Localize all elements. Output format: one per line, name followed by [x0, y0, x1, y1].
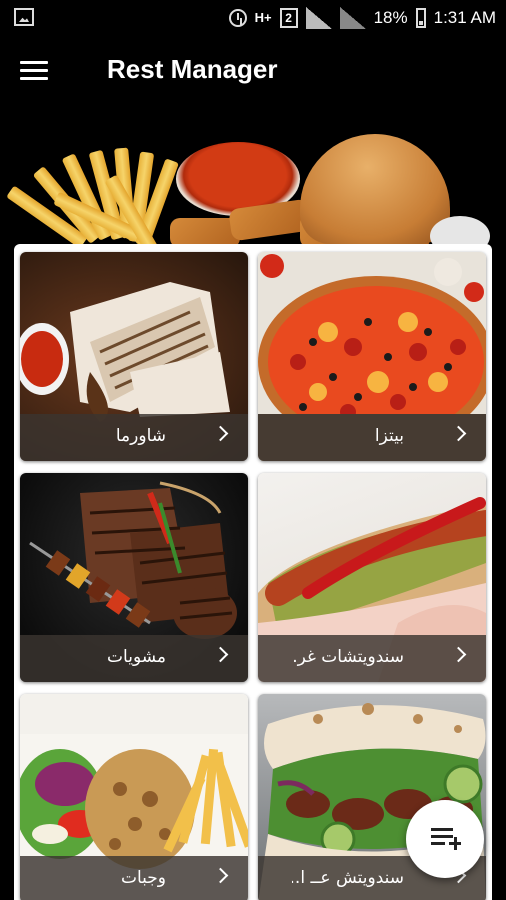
category-label: وجبات	[120, 868, 166, 888]
category-label-bar: مشويات	[20, 635, 248, 682]
sim-slot-icon: 2	[279, 8, 298, 28]
menu-icon[interactable]	[20, 60, 48, 80]
signal-icon	[305, 7, 332, 29]
battery-icon	[415, 8, 426, 28]
category-label: سندويتش عــ ا..	[292, 868, 404, 888]
playlist-add-icon	[431, 828, 461, 850]
add-item-button[interactable]	[406, 800, 484, 878]
category-label: شاورما	[115, 426, 166, 446]
category-label-bar: سندويتشات غر..	[258, 635, 486, 682]
app-title: Rest Manager	[107, 54, 278, 84]
gallery-icon	[14, 8, 34, 26]
chevron-right-icon	[450, 646, 467, 663]
category-card-western-sandwiches[interactable]: سندويتشات غر..	[258, 473, 486, 682]
header-food-image	[0, 106, 506, 266]
app-bar: Rest Manager	[0, 36, 506, 106]
network-type: H+	[254, 10, 272, 25]
chevron-right-icon	[212, 867, 229, 884]
clock: 1:31 AM	[433, 8, 496, 27]
category-card-grills[interactable]: مشويات	[20, 473, 248, 682]
category-grid: شاورما بيتزا مشويات سندويتشات غر.. وجبات…	[14, 244, 492, 900]
category-label-bar: وجبات	[20, 856, 248, 900]
chevron-right-icon	[212, 646, 229, 663]
fries-image	[6, 142, 190, 260]
status-icons: H+ 2 18% 1:31 AM	[228, 4, 496, 32]
category-label: بيتزا	[374, 426, 404, 446]
burger-image	[300, 134, 450, 244]
status-bar: H+ 2 18% 1:31 AM	[0, 0, 506, 36]
category-card-pizza[interactable]: بيتزا	[258, 252, 486, 461]
category-card-shawarma[interactable]: شاورما	[20, 252, 248, 461]
chevron-right-icon	[212, 425, 229, 442]
alarm-icon	[228, 9, 247, 27]
battery-percent: 18%	[373, 8, 408, 27]
category-label: مشويات	[107, 647, 166, 667]
category-label-bar: شاورما	[20, 414, 248, 461]
chevron-right-icon	[450, 425, 467, 442]
category-card-meals[interactable]: وجبات	[20, 694, 248, 900]
category-label-bar: بيتزا	[258, 414, 486, 461]
category-label: سندويتشات غر..	[292, 647, 404, 667]
signal-icon-secondary	[339, 7, 366, 29]
